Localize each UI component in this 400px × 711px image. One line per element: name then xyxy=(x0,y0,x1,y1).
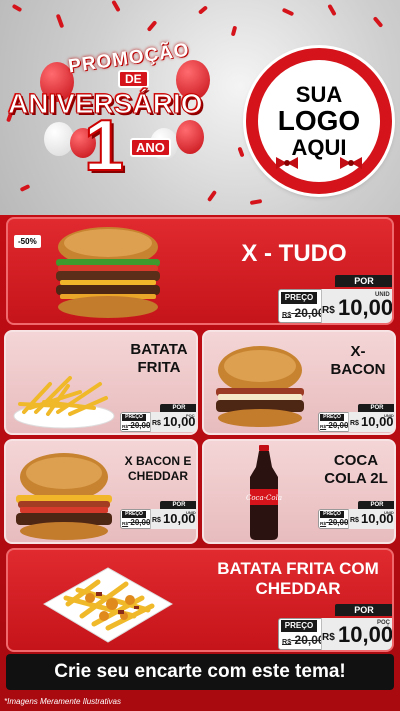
price-tag: POR PREÇO R$ 20,00 R$ 10,00 UNID xyxy=(318,501,394,529)
old-price-prefix: R$ xyxy=(320,522,327,527)
old-price-prefix: R$ xyxy=(282,637,292,646)
anniversary-promo-logo: PROMOÇÃO DE ANIVERSÁRIO 1 ANO xyxy=(7,40,238,190)
currency-symbol: R$ xyxy=(322,632,335,643)
old-price-prefix: R$ xyxy=(122,425,129,430)
disclaimer-text: *Imagens Meramente Ilustrativas xyxy=(4,697,121,706)
promo-de: DE xyxy=(118,70,149,88)
bow-icon xyxy=(340,157,362,169)
preco-label: PREÇO xyxy=(281,620,317,632)
logo-placeholder: SUA LOGO AQUI xyxy=(246,48,392,194)
old-price: R$ 20,00 xyxy=(320,421,348,430)
confetti-piece xyxy=(249,198,263,206)
product-name-line-1: X- xyxy=(350,343,366,360)
confetti-piece xyxy=(206,189,218,203)
confetti-piece xyxy=(111,0,121,13)
preco-label: PREÇO xyxy=(122,511,146,518)
old-price: R$ 20,00 xyxy=(320,518,348,527)
price-tag: POR PREÇO R$ 20,00 R$ 10,00 POÇ xyxy=(278,604,392,650)
por-label: POR xyxy=(358,404,394,412)
product-name-line-2: CHEDDAR xyxy=(128,469,188,483)
old-price-value: 20,00 xyxy=(130,518,151,527)
preco-label: PREÇO xyxy=(122,414,146,421)
confetti-piece xyxy=(11,3,23,13)
cta-banner[interactable]: Crie seu encarte com este tema! xyxy=(6,654,394,690)
confetti-piece xyxy=(372,16,384,28)
unit-label: POÇ xyxy=(377,620,391,626)
old-price-value: 20,00 xyxy=(328,518,349,527)
unit-label: UNID xyxy=(384,510,394,515)
confetti-piece xyxy=(197,5,209,15)
product-card-x-bacon: X- BACON POR PREÇO R$ 20,00 R$ 10,00 UNI… xyxy=(202,330,396,435)
logo-line-2: LOGO xyxy=(277,105,361,137)
price-tag: POR PREÇO R$ 20,00 R$ 10,00 POÇ xyxy=(120,404,196,432)
por-label: POR xyxy=(335,275,392,287)
preco-label: PREÇO xyxy=(320,511,344,518)
currency-symbol: R$ xyxy=(152,517,161,524)
burger-image xyxy=(16,453,112,540)
currency-symbol: R$ xyxy=(350,420,359,427)
preco-label: PREÇO xyxy=(320,414,344,421)
old-price-prefix: R$ xyxy=(122,522,129,527)
fries-image xyxy=(13,376,115,429)
promo-ano: ANO xyxy=(130,138,171,157)
old-price: R$ 20,00 xyxy=(122,518,150,527)
product-name-line-1: COCA xyxy=(333,452,379,469)
unit-label: POÇ xyxy=(186,413,195,418)
old-price-value: 20,00 xyxy=(328,421,349,430)
header-banner: PROMOÇÃO DE ANIVERSÁRIO 1 ANO SUA LOGO A… xyxy=(0,0,400,215)
old-price: R$ 20,00 xyxy=(122,421,150,430)
promo-number: 1 xyxy=(83,106,125,186)
product-name-line-2: BACON xyxy=(330,361,386,378)
burger-image xyxy=(56,227,160,318)
bow-icon xyxy=(276,157,298,169)
confetti-piece xyxy=(281,7,295,17)
currency-symbol: R$ xyxy=(152,420,161,427)
product-name: X - TUDO xyxy=(241,240,347,267)
por-label: POR xyxy=(160,404,196,412)
cheese-fries-image xyxy=(43,567,173,643)
unit-label: UNID xyxy=(384,413,394,418)
product-card-coca-cola: Coca-Cola COCA COLA 2L POR PREÇO R$ 20,0… xyxy=(202,439,396,544)
new-price: 10,00 xyxy=(338,295,394,320)
confetti-piece xyxy=(237,146,245,158)
product-card-batata-cheddar: BATATA FRITA COM CHEDDAR POR PREÇO R$ 20… xyxy=(6,548,394,652)
old-price-prefix: R$ xyxy=(320,425,327,430)
logo-line-1: SUA xyxy=(295,82,343,108)
price-tag: POR PREÇO R$ 20,00 R$ 10,00 UNID xyxy=(120,501,196,529)
product-card-x-tudo: -50% X - TUDO POR PREÇO R$ 20,00 R$ 10,0… xyxy=(6,217,394,325)
soda-bottle-image: Coca-Cola xyxy=(246,445,282,540)
por-label: POR xyxy=(358,501,394,509)
price-tag: POR PREÇO R$ 20,00 R$ 10,00 UNID xyxy=(278,275,394,323)
currency-symbol: R$ xyxy=(350,517,359,524)
old-price-prefix: R$ xyxy=(282,310,292,319)
product-name-line-2: CHEDDAR xyxy=(255,579,341,598)
product-name-line-2: COLA 2L xyxy=(324,470,388,487)
soda-label-text: Coca-Cola xyxy=(246,494,282,502)
product-card-batata-frita: BATATA FRITA POR PREÇO R$ 20,00 R$ 10,00… xyxy=(4,330,198,435)
price-tag: POR PREÇO R$ 20,00 R$ 10,00 UNID xyxy=(318,404,394,432)
product-name-line-1: X BACON E xyxy=(124,454,192,468)
unit-label: UNID xyxy=(186,510,196,515)
product-card-x-bacon-cheddar: X BACON E CHEDDAR POR PREÇO R$ 20,00 R$ … xyxy=(4,439,198,544)
old-price: R$ 20,00 xyxy=(282,633,325,647)
product-name-line-2: FRITA xyxy=(137,359,181,376)
unit-label: UNID xyxy=(375,292,390,298)
confetti-piece xyxy=(55,13,65,29)
old-price-value: 20,00 xyxy=(130,421,151,430)
product-name-line-1: BATATA FRITA COM xyxy=(217,559,379,578)
burger-image xyxy=(216,346,304,427)
confetti-piece xyxy=(230,25,238,37)
discount-badge: -50% xyxy=(14,235,41,248)
currency-symbol: R$ xyxy=(322,305,335,316)
confetti-piece xyxy=(146,20,158,32)
preco-label: PREÇO xyxy=(281,292,317,304)
old-price: R$ 20,00 xyxy=(282,306,325,320)
por-label: POR xyxy=(335,604,392,616)
product-name-line-1: BATATA xyxy=(130,341,188,358)
por-label: POR xyxy=(160,501,196,509)
confetti-piece xyxy=(327,3,337,17)
